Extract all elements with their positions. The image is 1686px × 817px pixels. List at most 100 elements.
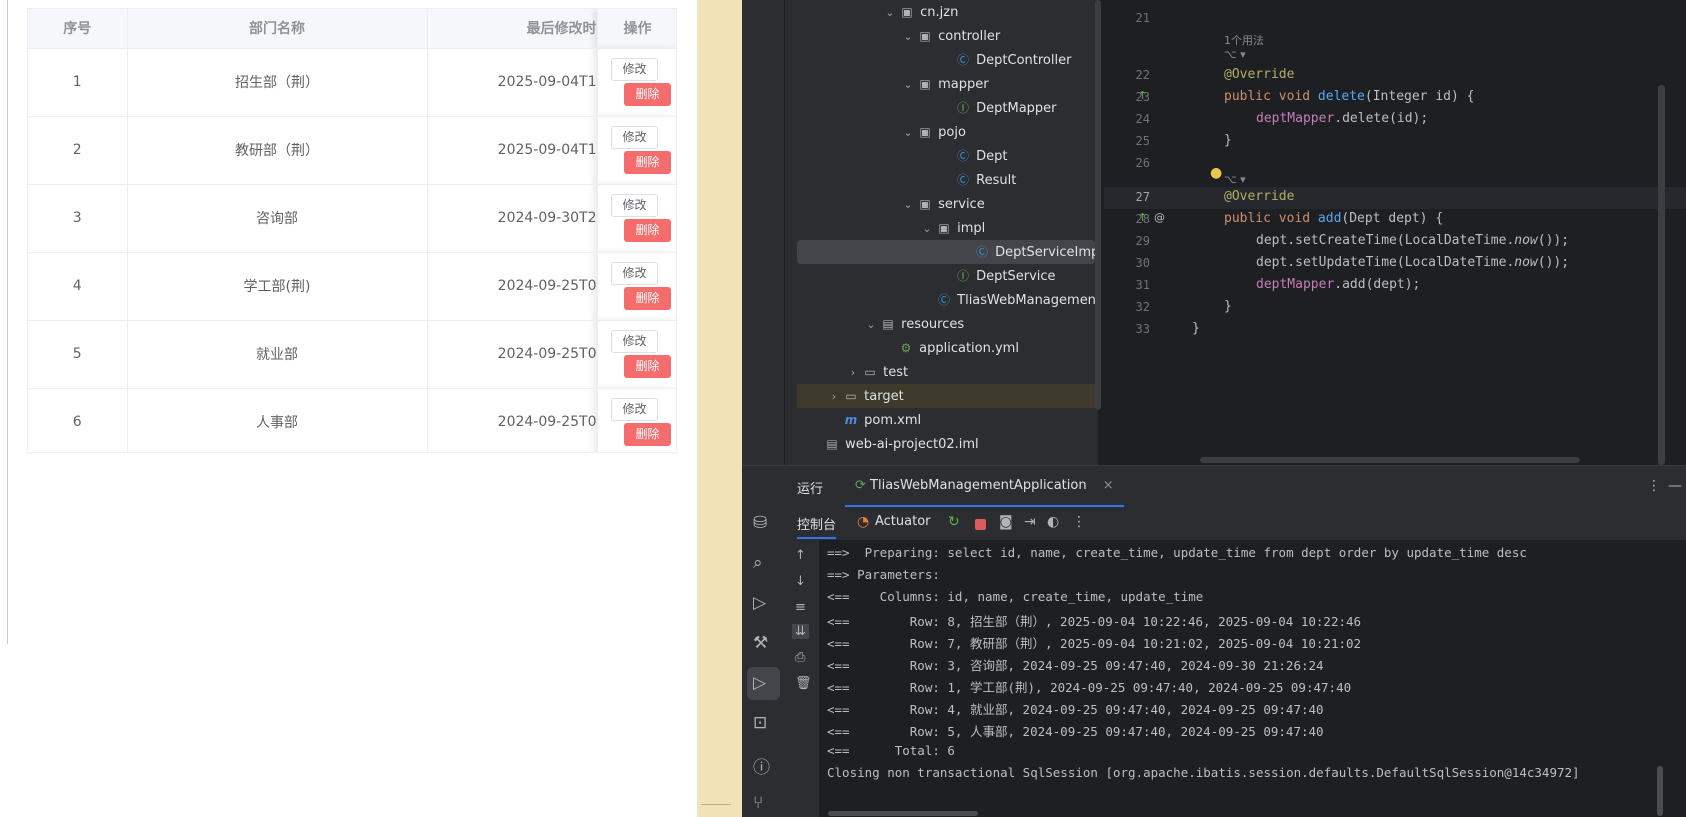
chevron-right-icon[interactable]: › (826, 385, 842, 409)
cell-name: 教研部（荆） (127, 116, 428, 185)
console-line: <== Row: 1, 学工部(荆), 2024-09-25 09:47:40,… (827, 680, 1352, 695)
tree-item[interactable]: Ⓒ Dept (938, 144, 1008, 168)
author-hint-icon[interactable]: ⌥ ▾ (1224, 48, 1246, 61)
console-line: <== Row: 3, 咨询部, 2024-09-25 09:47:40, 20… (827, 658, 1324, 673)
usage-hint[interactable]: 1个用法 (1224, 32, 1264, 48)
exit-icon[interactable]: ⇥ (1024, 514, 1036, 530)
tree-item[interactable]: ⌄ ▣ cn.jzn (882, 0, 958, 24)
tree-item-label: target (864, 389, 904, 404)
gauge-icon[interactable]: ◐ (1047, 514, 1059, 530)
tree-item-label: web-ai-project02.iml (845, 437, 979, 452)
services-icon[interactable]: ▷ (753, 593, 766, 613)
stop-icon[interactable] (975, 519, 986, 530)
delete-button[interactable]: 删除 (624, 287, 671, 310)
delete-button[interactable]: 删除 (624, 219, 671, 242)
tree-item[interactable]: ⌄ ▣ mapper (900, 72, 988, 97)
actuator-tab[interactable]: Actuator (875, 514, 931, 529)
tree-item[interactable]: ⌄ ▤ resources (863, 312, 964, 336)
tree-item[interactable]: m pom.xml (826, 408, 921, 432)
run-config-tab[interactable]: ⟳ TliasWebManagementApplication × (845, 466, 1124, 507)
chevron-right-icon[interactable]: › (845, 361, 861, 385)
problems-icon[interactable]: ⓘ (753, 753, 770, 778)
tree-item[interactable]: Ⓘ DeptService (938, 264, 1056, 288)
tree-item[interactable]: ⌄ ▣ service (900, 192, 984, 217)
code-editor[interactable]: 21 22 23 24 25 26 27 28 29 30 31 32 33 ↑ ↑ @ 1个用法 ⌥ … (1104, 0, 1686, 465)
more-options-icon[interactable]: ⋮ (1647, 478, 1661, 494)
editor-vertical-scrollbar[interactable] (1658, 85, 1665, 465)
scroll-down-icon[interactable]: ↓ (795, 574, 806, 589)
cell-time: 2024-09-25T0 (427, 320, 598, 389)
tree-item[interactable]: ⌄ ▣ impl (919, 216, 985, 240)
author-hint-icon[interactable]: ⌥ ▾ (1224, 173, 1246, 186)
tree-item[interactable]: › ▭ target (797, 384, 1098, 408)
tree-item-label: DeptService (976, 269, 1056, 284)
chevron-down-icon[interactable]: ⌄ (900, 193, 916, 217)
rerun-icon[interactable]: ↻ (948, 514, 960, 530)
chevron-down-icon[interactable]: ⌄ (882, 1, 898, 25)
chevron-down-icon[interactable]: ⌄ (900, 73, 916, 97)
tree-item[interactable]: › ▭ test (845, 360, 908, 384)
tree-item[interactable]: Ⓘ DeptMapper (938, 96, 1057, 120)
run-tab-label: TliasWebManagementApplication (870, 478, 1087, 493)
cell-time: 2025-09-04T1 (427, 48, 598, 117)
scroll-up-icon[interactable]: ↑ (795, 548, 806, 563)
tree-item[interactable]: ⚙ application.yml (881, 336, 1019, 360)
cell-no: 1 (28, 48, 128, 117)
method-params: (Dept dept) { (1341, 211, 1444, 226)
chevron-down-icon[interactable]: ⌄ (900, 25, 916, 49)
tree-item[interactable]: ⌄ ▣ controller (900, 24, 1000, 48)
edit-button[interactable]: 修改 (611, 194, 658, 217)
header-time: 最后修改时 (427, 9, 598, 49)
delete-button[interactable]: 删除 (624, 423, 671, 446)
more-icon[interactable]: ⋮ (1072, 514, 1086, 530)
delete-button[interactable]: 删除 (624, 355, 671, 378)
implements-icon[interactable]: ↑ (1138, 89, 1147, 102)
tree-item[interactable]: Ⓒ DeptController (938, 48, 1071, 72)
console-tab[interactable]: 控制台 (797, 514, 837, 539)
spring-icon: ⟳ (855, 478, 866, 493)
build-icon[interactable]: ⚒ (753, 633, 768, 653)
console-output[interactable]: ==> Preparing: select id, name, create_t… (819, 540, 1686, 817)
tree-item[interactable]: ⌄ ▣ pojo (900, 120, 966, 144)
run-icon[interactable]: ▷ (753, 673, 766, 693)
code-text: } (1224, 133, 1232, 148)
editor-horizontal-scrollbar[interactable] (1200, 457, 1580, 463)
camera-icon[interactable]: ◙ (999, 514, 1013, 530)
project-scrollbar[interactable] (1095, 0, 1101, 410)
terminal-icon[interactable]: ⊡ (753, 713, 767, 733)
code-text: .add(dept); (1334, 277, 1421, 292)
annotation-icon[interactable]: @ (1154, 211, 1165, 224)
close-icon[interactable]: × (1103, 478, 1114, 493)
chevron-down-icon[interactable]: ⌄ (900, 121, 916, 145)
console-horizontal-scrollbar[interactable] (828, 811, 978, 816)
trash-icon[interactable]: 🗑 (795, 676, 812, 691)
console-line: <== Row: 7, 教研部（荆）, 2025-09-04 10:21:02,… (827, 636, 1362, 651)
print-icon[interactable]: ⎙ (795, 650, 805, 665)
lightbulb-icon[interactable]: ● (1210, 165, 1222, 181)
delete-button[interactable]: 删除 (624, 83, 671, 106)
tree-item[interactable]: Ⓒ DeptServiceImpl (797, 240, 1098, 264)
tree-item[interactable]: ▤ web-ai-project02.iml (807, 432, 979, 456)
edit-button[interactable]: 修改 (611, 330, 658, 353)
edit-button[interactable]: 修改 (611, 58, 658, 81)
soft-wrap-icon[interactable]: ≡ (795, 600, 806, 615)
cell-time: 2024-09-25T0 (427, 388, 598, 452)
edit-button[interactable]: 修改 (611, 126, 658, 149)
keyword: public void (1224, 211, 1318, 226)
implements-icon[interactable]: ↑ (1138, 211, 1147, 224)
iml-file-icon: ▤ (826, 437, 838, 451)
chevron-down-icon[interactable]: ⌄ (863, 313, 879, 337)
edit-button[interactable]: 修改 (611, 262, 658, 285)
git-icon[interactable]: ⑂ (753, 793, 763, 813)
chevron-down-icon[interactable]: ⌄ (919, 217, 935, 241)
tree-item-label: DeptMapper (976, 101, 1057, 116)
tree-item[interactable]: Ⓒ Result (938, 168, 1016, 192)
search-icon[interactable]: ⌕ (753, 553, 763, 573)
delete-button[interactable]: 删除 (624, 151, 671, 174)
console-vertical-scrollbar[interactable] (1657, 766, 1663, 816)
edit-button[interactable]: 修改 (611, 398, 658, 421)
database-icon[interactable]: ⛁ (753, 513, 767, 533)
tree-item[interactable]: Ⓒ TliasWebManagementAp (919, 288, 1098, 312)
minimize-icon[interactable]: — (1668, 478, 1682, 494)
scroll-to-end-icon[interactable]: ⇊ (792, 624, 809, 639)
